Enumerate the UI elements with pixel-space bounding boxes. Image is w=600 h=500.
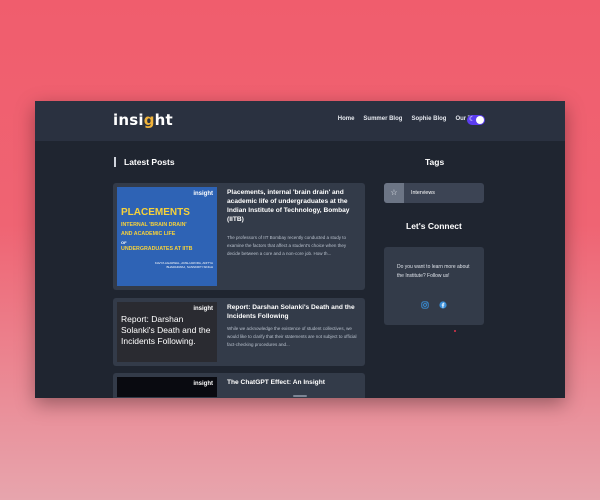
moon-icon: ☾ <box>469 116 476 123</box>
thumbnail-heading: PLACEMENTS <box>121 207 190 218</box>
post-card[interactable]: insight The ChatGPT Effect: An Insight <box>113 373 365 398</box>
top-navbar: insight Home Summer Blog Sophie Blog Our… <box>35 101 565 141</box>
post-card[interactable]: insight PLACEMENTS INTERNAL 'BRAIN DRAIN… <box>113 183 365 290</box>
thumbnail-line: OF <box>121 240 127 245</box>
section-title-bar <box>114 157 116 167</box>
site-logo[interactable]: insight <box>113 111 173 129</box>
nav-link-sophie-blog[interactable]: Sophie Blog <box>411 116 446 122</box>
connect-heading: Let's Connect <box>406 221 462 231</box>
post-excerpt: While we acknowledge the existence of st… <box>227 326 357 347</box>
nav-link-summer-blog[interactable]: Summer Blog <box>363 116 402 122</box>
nav-links: Home Summer Blog Sophie Blog Our Team <box>338 116 483 122</box>
tags-heading: Tags <box>425 157 445 167</box>
post-title[interactable]: Placements, internal 'brain drain' and a… <box>227 188 359 224</box>
instagram-icon[interactable] <box>421 301 429 311</box>
tag-item[interactable]: ☆ Interviews <box>384 183 484 203</box>
connect-box: Do you want to learn more about the Inst… <box>384 247 484 325</box>
post-thumbnail[interactable]: insight PLACEMENTS INTERNAL 'BRAIN DRAIN… <box>117 187 217 286</box>
thumbnail-line: UNDERGRADUATES AT IITB <box>121 246 193 252</box>
connect-text: Do you want to learn more about the Inst… <box>397 264 470 279</box>
thumbnail-logo: insight <box>193 306 213 312</box>
thumbnail-logo: insight <box>193 381 213 387</box>
nav-link-home[interactable]: Home <box>338 116 355 122</box>
thumbnail-footer: KAVYA AGARWAL, ANSH ARORA, ADITYA BHARAD… <box>154 261 213 269</box>
post-thumbnail[interactable]: insight Report: Darshan Solanki's Death … <box>117 302 217 362</box>
thumbnail-line: INTERNAL 'BRAIN DRAIN' <box>121 222 187 228</box>
facebook-icon[interactable] <box>439 301 447 311</box>
toggle-knob <box>476 116 484 124</box>
post-thumbnail[interactable]: insight <box>117 377 217 397</box>
thumbnail-logo: insight <box>193 191 213 197</box>
latest-posts-heading: Latest Posts <box>124 157 175 167</box>
post-excerpt: The professors of IIT Bombay recently co… <box>227 235 347 256</box>
tag-icon: ☆ <box>384 183 404 203</box>
scroll-indicator[interactable] <box>293 395 307 397</box>
post-title[interactable]: The ChatGPT Effect: An Insight <box>227 378 359 387</box>
browser-window: insight Home Summer Blog Sophie Blog Our… <box>35 101 565 398</box>
theme-toggle[interactable]: ☾ <box>467 115 485 125</box>
thumbnail-heading: Report: Darshan Solanki's Death and the … <box>121 314 211 346</box>
indicator-dot <box>454 330 456 332</box>
post-title[interactable]: Report: Darshan Solanki's Death and the … <box>227 303 359 321</box>
post-card[interactable]: insight Report: Darshan Solanki's Death … <box>113 298 365 366</box>
thumbnail-line: AND ACADEMIC LIFE <box>121 231 176 237</box>
tag-label: Interviews <box>411 190 435 196</box>
